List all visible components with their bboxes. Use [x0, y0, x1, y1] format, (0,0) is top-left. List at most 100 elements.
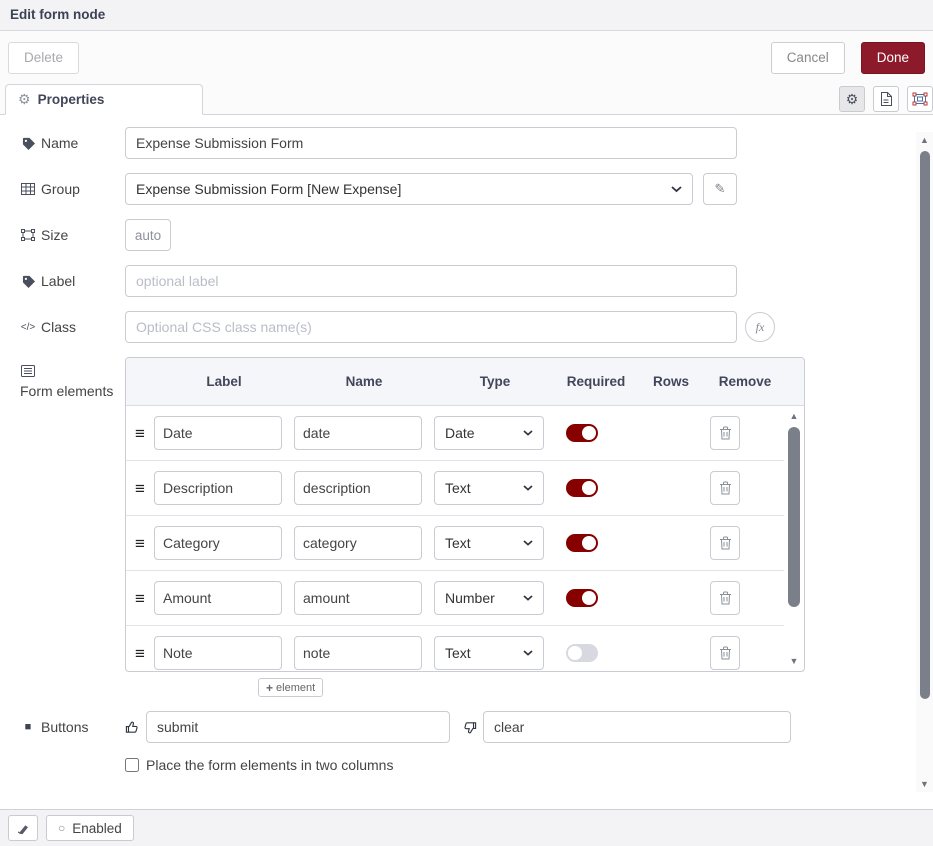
class-input[interactable]	[125, 311, 737, 343]
element-type-value: Date	[445, 425, 523, 441]
trash-icon	[719, 481, 732, 495]
enabled-toggle-button[interactable]: ○ Enabled	[46, 815, 134, 841]
drag-handle-icon[interactable]: ≡	[126, 480, 154, 497]
element-type-select[interactable]: Text	[434, 526, 544, 560]
form-element-row: ≡ Date	[126, 406, 784, 461]
add-element-button[interactable]: + element	[258, 678, 323, 697]
plus-icon: +	[266, 681, 273, 695]
cancel-button[interactable]: Cancel	[771, 42, 845, 74]
drag-handle-icon[interactable]: ≡	[126, 535, 154, 552]
size-row: Size auto	[0, 219, 933, 251]
element-name-input[interactable]	[294, 636, 422, 670]
docs-button[interactable]	[8, 815, 38, 841]
element-type-value: Text	[445, 480, 523, 496]
element-label-input[interactable]	[154, 581, 282, 615]
submit-button-label-input[interactable]	[146, 711, 450, 743]
tab-properties[interactable]: ⚙ Properties	[5, 84, 203, 115]
element-label-input[interactable]	[154, 636, 282, 670]
element-type-select[interactable]: Date	[434, 416, 544, 450]
trash-icon	[719, 646, 732, 660]
element-name-input[interactable]	[294, 416, 422, 450]
elements-scrollbar[interactable]: ▲ ▼	[785, 408, 803, 669]
enabled-label: Enabled	[72, 821, 122, 836]
required-toggle[interactable]	[566, 644, 598, 662]
panel-scrollbar[interactable]: ▲ ▼	[916, 132, 933, 792]
panel-scrollbar-thumb[interactable]	[920, 151, 930, 699]
trash-icon	[719, 426, 732, 440]
delete-element-button[interactable]	[710, 471, 740, 505]
dialog-title: Edit form node	[0, 0, 933, 31]
drag-handle-icon[interactable]: ≡	[126, 645, 154, 662]
two-columns-checkbox[interactable]	[125, 758, 139, 772]
form-element-row: ≡ Text	[126, 461, 784, 516]
group-label: Group	[20, 180, 125, 199]
form-elements-row: Form elements Label Name Type Required R…	[0, 357, 933, 697]
drag-handle-icon[interactable]: ≡	[126, 590, 154, 607]
done-button[interactable]: Done	[861, 42, 925, 74]
element-label-input[interactable]	[154, 471, 282, 505]
chevron-down-icon	[671, 186, 682, 193]
element-name-input[interactable]	[294, 526, 422, 560]
two-columns-option[interactable]: Place the form elements in two columns	[125, 757, 933, 773]
layout-view-button[interactable]	[907, 86, 933, 112]
element-type-value: Text	[445, 645, 523, 661]
element-name-input[interactable]	[294, 471, 422, 505]
col-required: Required	[556, 374, 636, 389]
scroll-down-icon[interactable]: ▼	[920, 779, 929, 789]
label-input[interactable]	[125, 265, 737, 297]
book-icon	[16, 822, 30, 835]
expression-button[interactable]: fx	[745, 312, 775, 342]
name-row: Name	[0, 127, 933, 159]
chevron-down-icon	[523, 430, 533, 436]
edit-group-button[interactable]: ✎	[703, 173, 737, 205]
chevron-down-icon	[523, 485, 533, 491]
description-view-button[interactable]	[873, 86, 899, 112]
col-remove: Remove	[706, 374, 784, 389]
element-type-select[interactable]: Number	[434, 581, 544, 615]
required-toggle[interactable]	[566, 479, 598, 497]
name-input[interactable]	[125, 127, 737, 159]
col-label: Label	[154, 374, 294, 389]
col-name: Name	[294, 374, 434, 389]
elements-scrollbar-thumb[interactable]	[788, 427, 800, 607]
form-element-row: ≡ Number	[126, 571, 784, 626]
delete-element-button[interactable]	[710, 526, 740, 560]
group-row: Group Expense Submission Form [New Expen…	[0, 173, 933, 205]
class-label: </> Class	[20, 318, 125, 337]
delete-button[interactable]: Delete	[8, 42, 79, 74]
element-type-select[interactable]: Text	[434, 636, 544, 670]
object-group-icon	[912, 92, 928, 106]
delete-element-button[interactable]	[710, 416, 740, 450]
size-label: Size	[20, 226, 125, 245]
size-button[interactable]: auto	[125, 219, 171, 251]
dialog-button-row: Delete Cancel Done	[0, 31, 933, 84]
form-elements-viewport: ≡ Date ≡ Text	[126, 406, 804, 671]
delete-element-button[interactable]	[710, 581, 740, 615]
class-row: </> Class fx	[0, 311, 933, 343]
properties-view-button[interactable]: ⚙	[839, 86, 865, 112]
col-type: Type	[434, 374, 556, 389]
element-name-input[interactable]	[294, 581, 422, 615]
clear-button-label-input[interactable]	[483, 711, 791, 743]
required-toggle[interactable]	[566, 534, 598, 552]
scroll-down-icon[interactable]: ▼	[790, 656, 799, 666]
element-label-input[interactable]	[154, 526, 282, 560]
element-label-input[interactable]	[154, 416, 282, 450]
group-select[interactable]: Expense Submission Form [New Expense]	[125, 173, 693, 205]
pencil-icon: ✎	[715, 181, 726, 197]
gear-icon: ⚙	[846, 91, 859, 108]
drag-handle-icon[interactable]: ≡	[126, 425, 154, 442]
form-elements-rows: ≡ Date ≡ Text	[126, 406, 784, 671]
table-icon	[20, 183, 36, 195]
code-icon: </>	[20, 318, 36, 337]
chevron-down-icon	[523, 595, 533, 601]
required-toggle[interactable]	[566, 589, 598, 607]
required-toggle[interactable]	[566, 424, 598, 442]
scroll-up-icon[interactable]: ▲	[790, 411, 799, 421]
element-type-select[interactable]: Text	[434, 471, 544, 505]
scroll-up-icon[interactable]: ▲	[920, 135, 929, 145]
list-icon	[20, 365, 36, 377]
delete-element-button[interactable]	[710, 636, 740, 670]
col-rows: Rows	[636, 374, 706, 389]
chevron-down-icon	[523, 540, 533, 546]
